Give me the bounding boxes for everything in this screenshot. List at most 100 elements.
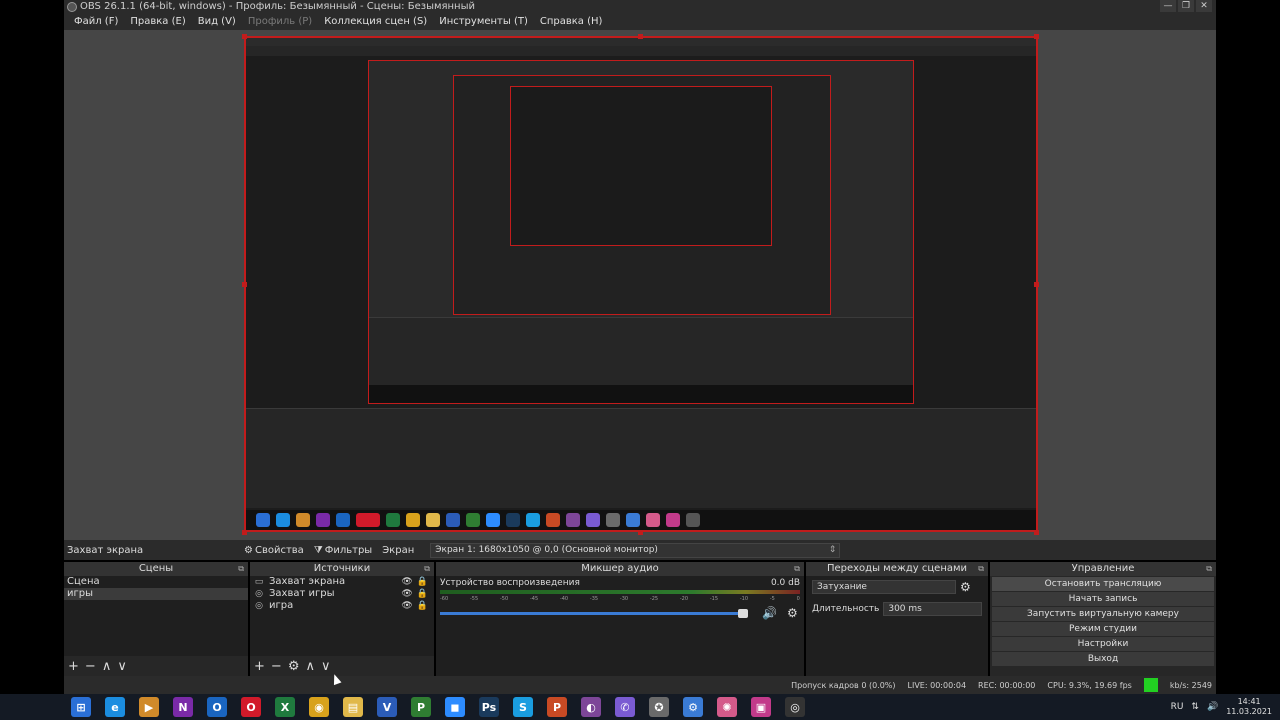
volume-tray-icon[interactable]: 🔊 — [1207, 702, 1218, 712]
resize-handle-tr[interactable] — [1034, 34, 1039, 39]
resize-handle-left[interactable] — [242, 282, 247, 287]
resize-handle-top[interactable] — [638, 34, 643, 39]
mixer-gear-icon[interactable]: ⚙ — [787, 606, 798, 620]
transition-gear-icon[interactable]: ⚙ — [960, 580, 971, 594]
ie-icon[interactable]: e — [98, 694, 132, 720]
nested-capture-2 — [453, 75, 831, 315]
captured-taskbar — [246, 510, 1036, 530]
stop-streaming-button[interactable]: Остановить трансляцию — [992, 577, 1214, 591]
lock-icon[interactable]: 🔒 — [417, 588, 428, 600]
add-scene-button[interactable]: + — [68, 659, 79, 674]
menu-file[interactable]: Файл (F) — [68, 14, 124, 30]
menu-view[interactable]: Вид (V) — [192, 14, 242, 30]
eye-icon[interactable]: 👁 — [401, 588, 412, 600]
tor-icon[interactable]: ◐ — [574, 694, 608, 720]
chrome-icon[interactable]: ◉ — [302, 694, 336, 720]
scene-label: игры — [67, 588, 93, 599]
settings-app-icon[interactable]: ✪ — [642, 694, 676, 720]
menu-tools[interactable]: Инструменты (T) — [433, 14, 534, 30]
remove-source-button[interactable]: − — [271, 659, 282, 674]
source-settings-button[interactable]: ⚙ — [288, 659, 300, 674]
float-dock-icon[interactable]: ⧉ — [794, 562, 800, 576]
float-dock-icon[interactable]: ⧉ — [978, 562, 984, 576]
lock-icon[interactable]: 🔒 — [417, 600, 428, 612]
menu-help[interactable]: Справка (H) — [534, 14, 609, 30]
source-item[interactable]: ▭ Захват экрана 👁 🔒 — [250, 576, 434, 588]
resize-handle-bottom[interactable] — [638, 530, 643, 535]
filters-button[interactable]: ⧩ Фильтры — [314, 545, 372, 556]
scene-item[interactable]: игры — [64, 588, 248, 600]
duration-label: Длительность — [812, 604, 880, 614]
properties-button[interactable]: ⚙ Свойства — [244, 545, 304, 556]
sources-list: ▭ Захват экрана 👁 🔒 ◎ Захват игры 👁 🔒 ◎ иг… — [250, 576, 434, 656]
move-scene-up-button[interactable]: ∧ — [102, 659, 112, 674]
eye-icon[interactable]: 👁 — [401, 600, 412, 612]
opera-icon[interactable]: O — [234, 694, 268, 720]
menu-scene-collection[interactable]: Коллекция сцен (S) — [318, 14, 433, 30]
lock-icon[interactable]: 🔒 — [417, 576, 428, 588]
maximize-button[interactable]: ❐ — [1178, 0, 1194, 12]
outlook-icon[interactable]: O — [200, 694, 234, 720]
steam-icon[interactable]: ⚙ — [676, 694, 710, 720]
speaker-icon[interactable]: 🔊 — [762, 606, 777, 620]
preview-area[interactable] — [64, 30, 1216, 540]
transition-select[interactable]: Затухание — [812, 580, 956, 594]
eye-icon[interactable]: 👁 — [401, 576, 412, 588]
move-source-up-button[interactable]: ∧ — [305, 659, 315, 674]
scene-item[interactable]: Сцена — [64, 576, 248, 588]
settings-button[interactable]: Настройки — [992, 637, 1214, 651]
move-scene-down-button[interactable]: ∨ — [117, 659, 127, 674]
duration-input[interactable]: 300 ms — [883, 602, 982, 616]
move-source-down-button[interactable]: ∨ — [321, 659, 331, 674]
network-icon[interactable]: ⇅ — [1191, 702, 1199, 712]
minimize-button[interactable]: — — [1160, 0, 1176, 12]
mixer-level: 0.0 dB — [770, 578, 800, 588]
taskbar-clock[interactable]: 14:41 11.03.2021 — [1226, 697, 1272, 717]
start-button-icon[interactable]: ⊞ — [64, 694, 98, 720]
start-recording-button[interactable]: Начать запись — [992, 592, 1214, 606]
exit-button[interactable]: Выход — [992, 652, 1214, 666]
float-dock-icon[interactable]: ⧉ — [1206, 562, 1212, 576]
skype-icon[interactable]: S — [506, 694, 540, 720]
resize-handle-br[interactable] — [1034, 530, 1039, 535]
media-player-icon[interactable]: ▶ — [132, 694, 166, 720]
powerpoint-icon[interactable]: P — [540, 694, 574, 720]
mixer-title: Микшер аудио — [581, 563, 659, 574]
source-label: Захват игры — [269, 588, 335, 599]
onenote-icon[interactable]: N — [166, 694, 200, 720]
visio-icon[interactable]: V — [370, 694, 404, 720]
float-dock-icon[interactable]: ⧉ — [238, 562, 244, 576]
color-app-icon[interactable]: ✺ — [710, 694, 744, 720]
viber-icon[interactable]: ✆ — [608, 694, 642, 720]
gallery-icon[interactable]: ▣ — [744, 694, 778, 720]
source-item[interactable]: ◎ Захват игры 👁 🔒 — [250, 588, 434, 600]
menu-profile[interactable]: Профиль (P) — [242, 14, 318, 30]
screen-capture-preview[interactable] — [244, 36, 1038, 532]
resize-handle-right[interactable] — [1034, 282, 1039, 287]
start-virtual-camera-button[interactable]: Запустить виртуальную камеру — [992, 607, 1214, 621]
source-item[interactable]: ◎ игра 👁 🔒 — [250, 600, 434, 612]
rec-timer: REC: 00:00:00 — [978, 680, 1036, 690]
photoshop-icon[interactable]: Ps — [472, 694, 506, 720]
resize-handle-tl[interactable] — [242, 34, 247, 39]
obs-taskbar-icon[interactable]: ◎ — [778, 694, 812, 720]
language-indicator[interactable]: RU — [1171, 702, 1184, 712]
nested-capture-1 — [368, 60, 914, 404]
display-label: Экран — [382, 544, 415, 556]
float-dock-icon[interactable]: ⧉ — [424, 562, 430, 576]
resize-handle-bl[interactable] — [242, 530, 247, 535]
remove-scene-button[interactable]: − — [85, 659, 96, 674]
explorer-icon[interactable]: ▤ — [336, 694, 370, 720]
mixer-device-name: Устройство воспроизведения — [440, 578, 580, 588]
status-bar: Пропуск кадров 0 (0.0%) LIVE: 00:00:04 R… — [64, 676, 1216, 694]
volume-slider[interactable] — [440, 608, 748, 618]
project-icon[interactable]: P — [404, 694, 438, 720]
excel-icon[interactable]: X — [268, 694, 302, 720]
close-button[interactable]: ✕ — [1196, 0, 1212, 12]
studio-mode-button[interactable]: Режим студии — [992, 622, 1214, 636]
add-source-button[interactable]: + — [254, 659, 265, 674]
zoom-icon[interactable]: ◼ — [438, 694, 472, 720]
display-select[interactable]: Экран 1: 1680x1050 @ 0,0 (Основной монит… — [430, 542, 841, 558]
menu-edit[interactable]: Правка (E) — [124, 14, 191, 30]
selected-source-name: Захват экрана — [67, 544, 144, 556]
